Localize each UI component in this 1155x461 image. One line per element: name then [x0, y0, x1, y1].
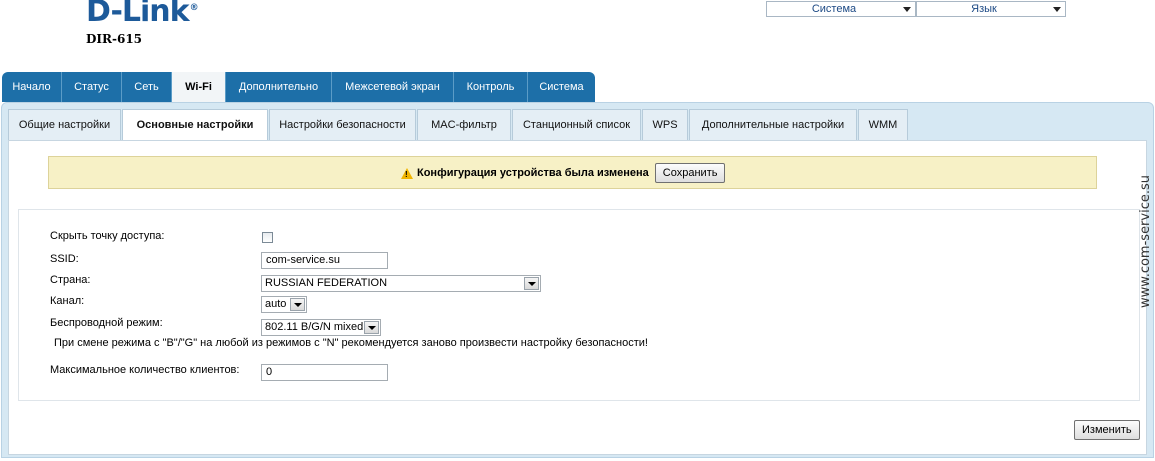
chevron-down-icon	[903, 7, 911, 12]
subtab-general-settings[interactable]: Общие настройки	[8, 109, 121, 140]
basic-settings-form: Скрыть точку доступа: SSID: com-service.…	[18, 209, 1140, 401]
chevron-down-icon	[524, 277, 539, 290]
sub-tabs: Общие настройки Основные настройки Настр…	[8, 109, 909, 142]
subtab-security-settings[interactable]: Настройки безопасности	[269, 109, 416, 140]
ssid-label: SSID:	[50, 253, 79, 265]
country-select[interactable]: RUSSIAN FEDERATION	[261, 275, 541, 292]
main-tab-status[interactable]: Статус	[62, 72, 122, 102]
watermark: www.com-service.su	[1138, 174, 1153, 308]
max-clients-label: Максимальное количество клиентов:	[50, 364, 240, 376]
main-tab-control[interactable]: Контроль	[454, 72, 528, 102]
main-tab-home[interactable]: Начало	[2, 72, 62, 102]
chevron-down-icon	[364, 321, 379, 334]
subtab-wps[interactable]: WPS	[642, 109, 688, 140]
main-tab-firewall[interactable]: Межсетевой экран	[332, 72, 454, 102]
main-tab-network[interactable]: Сеть	[122, 72, 172, 102]
hide-ap-label: Скрыть точку доступа:	[50, 230, 165, 242]
channel-label: Канал:	[50, 295, 85, 307]
language-select[interactable]: Язык	[916, 1, 1066, 17]
wireless-mode-hint: При смене режима с "B"/"G" на любой из р…	[54, 337, 648, 349]
country-label: Страна:	[50, 274, 91, 286]
wifi-panel: Общие настройки Основные настройки Настр…	[1, 102, 1154, 458]
model-name: DIR-615	[86, 32, 143, 46]
notice-text: Конфигурация устройства была изменена	[417, 167, 649, 179]
warning-icon: !	[401, 167, 413, 179]
main-tab-system[interactable]: Система	[528, 72, 595, 102]
subtab-wmm[interactable]: WMM	[858, 109, 908, 140]
config-changed-notice: ! Конфигурация устройства была изменена …	[48, 156, 1097, 189]
main-navigation: Начало Статус Сеть Wi-Fi Дополнительно М…	[2, 72, 595, 102]
subtab-mac-filter[interactable]: MAC-фильтр	[417, 109, 511, 140]
wireless-mode-select[interactable]: 802.11 B/G/N mixed	[261, 319, 381, 336]
wireless-mode-label: Беспроводной режим:	[50, 317, 163, 329]
hide-ap-checkbox[interactable]	[262, 232, 273, 243]
system-menu-select[interactable]: Система	[766, 1, 916, 17]
chevron-down-icon	[1053, 7, 1061, 12]
max-clients-input[interactable]: 0	[261, 364, 388, 381]
channel-select[interactable]: auto	[261, 296, 307, 313]
subtab-advanced-settings[interactable]: Дополнительные настройки	[689, 109, 857, 140]
chevron-down-icon	[290, 298, 305, 311]
subtab-station-list[interactable]: Станционный список	[512, 109, 641, 140]
ssid-input[interactable]: com-service.su	[261, 252, 388, 269]
subtab-basic-settings[interactable]: Основные настройки	[122, 109, 268, 142]
save-button[interactable]: Сохранить	[654, 163, 726, 183]
main-tab-wifi[interactable]: Wi-Fi	[172, 72, 226, 102]
dlink-logo: D-Link®	[86, 0, 199, 29]
settings-content: ! Конфигурация устройства была изменена …	[8, 140, 1147, 455]
main-tab-advanced[interactable]: Дополнительно	[226, 72, 332, 102]
apply-button[interactable]: Изменить	[1074, 420, 1140, 440]
